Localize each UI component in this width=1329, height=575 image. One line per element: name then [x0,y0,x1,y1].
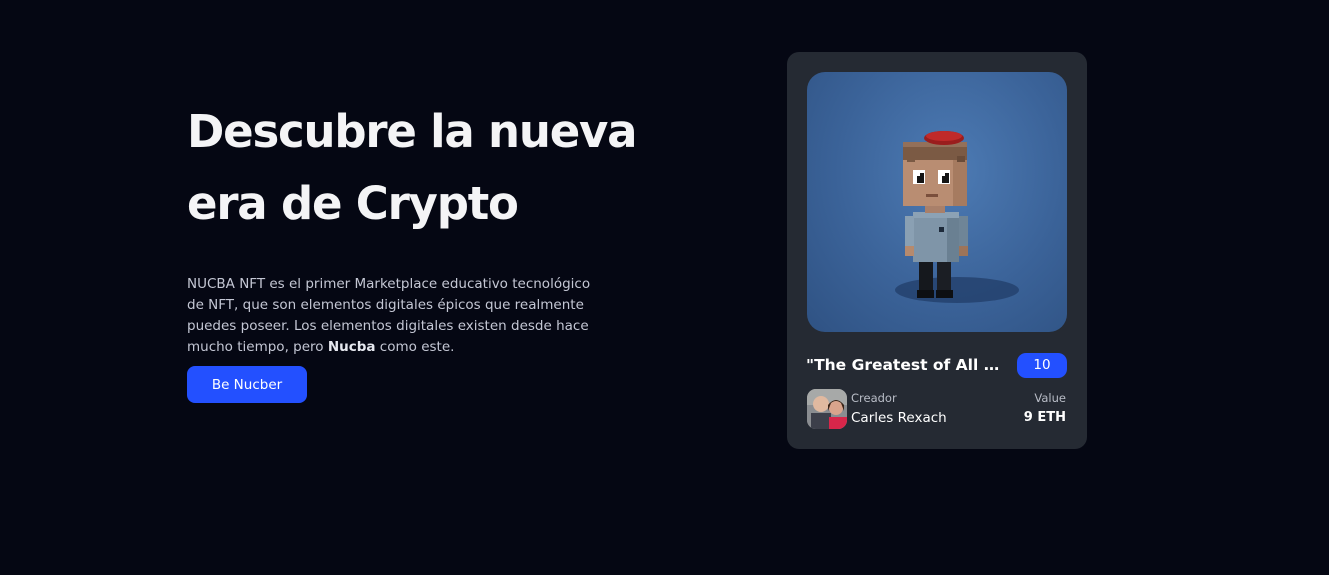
creator-avatar[interactable] [807,389,847,429]
be-nucber-button[interactable]: Be Nucber [187,366,307,403]
value-amount: 9 ETH [1023,410,1066,425]
hero-title-line2: era de Crypto [187,177,519,230]
hero-section: Descubre la nueva era de Crypto NUCBA NF… [187,96,667,358]
hero-description-bold: Nucba [327,339,376,355]
hero-description: NUCBA NFT es el primer Marketplace educa… [187,274,607,358]
voxel-character-image [895,131,1019,303]
hero-title-line1: Descubre la nueva [187,105,638,158]
nft-image[interactable] [807,72,1067,332]
hero-description-end: como este. [375,339,455,355]
page: Descubre la nueva era de Crypto NUCBA NF… [0,0,1329,575]
nft-count-badge: 10 [1017,353,1067,378]
creator-avatar-photo [807,389,847,429]
nft-card[interactable]: "The Greatest of All Time" 10 Creador Ca… [787,52,1087,449]
value-label: Value [1034,391,1066,405]
hero-title: Descubre la nueva era de Crypto [187,96,667,240]
nft-title[interactable]: "The Greatest of All Time" [806,355,1008,375]
creator-label: Creador [851,391,897,405]
creator-name[interactable]: Carles Rexach [851,409,947,427]
